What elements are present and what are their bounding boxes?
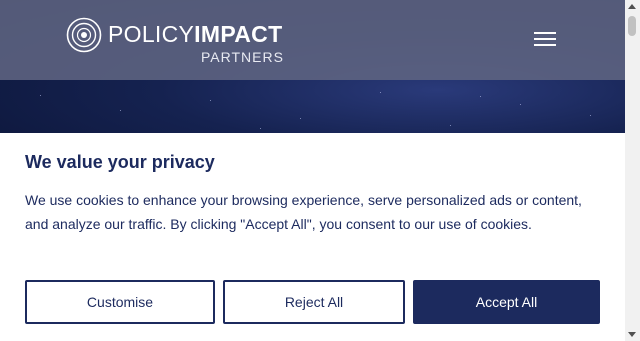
cookie-consent-banner: We value your privacy We use cookies to … bbox=[0, 133, 625, 341]
reject-all-button[interactable]: Reject All bbox=[223, 280, 405, 324]
cookie-banner-body: We use cookies to enhance your browsing … bbox=[25, 192, 582, 232]
logo-word-policy: POLICY bbox=[108, 21, 195, 47]
scroll-down-arrow-icon[interactable] bbox=[628, 332, 636, 337]
scroll-up-arrow-icon[interactable] bbox=[628, 4, 636, 9]
site-header: POLICYIMPACT PARTNERS bbox=[0, 0, 625, 80]
customise-button[interactable]: Customise bbox=[25, 280, 215, 324]
hamburger-menu-icon[interactable] bbox=[534, 30, 558, 48]
logo-word-impact: IMPACT bbox=[194, 21, 283, 47]
scrollbar-thumb[interactable] bbox=[628, 16, 636, 36]
logo-rings-icon bbox=[66, 17, 102, 53]
site-logo[interactable]: POLICYIMPACT PARTNERS bbox=[66, 17, 286, 67]
logo-wordmark: POLICYIMPACT bbox=[108, 21, 282, 48]
logo-subtitle: PARTNERS bbox=[201, 49, 284, 65]
page-scrollbar[interactable] bbox=[625, 0, 640, 341]
cookie-banner-title: We value your privacy bbox=[25, 152, 215, 172]
accept-all-button[interactable]: Accept All bbox=[413, 280, 600, 324]
